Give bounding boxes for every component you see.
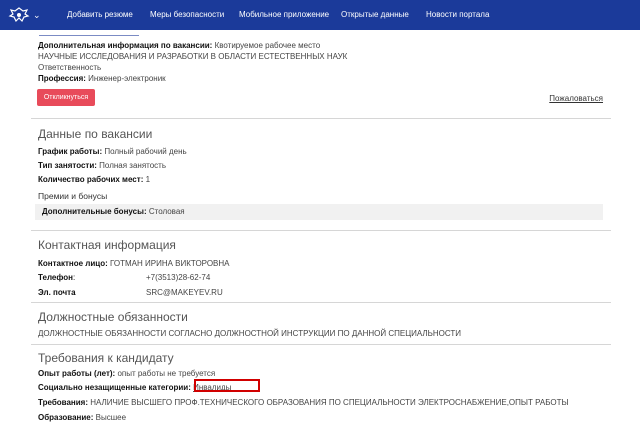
contact-person-label: Контактное лицо (38, 259, 106, 268)
institution-line: НАУЧНЫЕ ИССЛЕДОВАНИЯ И РАЗРАБОТКИ В ОБЛА… (38, 52, 348, 61)
duties-title: Должностные обязанности (38, 310, 188, 324)
education-label: Образование (38, 413, 91, 422)
divider (31, 302, 611, 303)
employment-row: Тип занятости: Полная занятость (38, 161, 167, 170)
schedule-row: График работы: Полный рабочий день (38, 147, 187, 156)
cut-off-link[interactable] (39, 30, 139, 36)
email-colon: : (73, 288, 76, 297)
nav-add-resume[interactable]: Добавить резюме (67, 0, 133, 30)
education-value: Высшее (95, 413, 127, 422)
requirements-label: Требования (38, 398, 86, 407)
experience-row: Опыт работы (лет): опыт работы не требуе… (38, 369, 216, 378)
phone-colon: : (73, 273, 76, 282)
bonuses-subtitle: Премии и бонусы (38, 191, 108, 201)
divider (31, 118, 611, 119)
bonus-box: Дополнительные бонусы: Столовая (35, 204, 603, 220)
complain-link[interactable]: Пожаловаться (549, 94, 603, 103)
requirements-row: Требования: НАЛИЧИЕ ВЫСШЕГО ПРОФ.ТЕХНИЧЕ… (38, 398, 569, 407)
vacancy-data-title: Данные по вакансии (38, 127, 153, 141)
profession-value: Инженер-электроник (88, 74, 166, 83)
duties-text: ДОЛЖНОСТНЫЕ ОБЯЗАННОСТИ СОГЛАСНО ДОЛЖНОС… (38, 329, 462, 338)
requirements-title: Требования к кандидату (38, 351, 174, 365)
nav-portal-news[interactable]: Новости портала (426, 0, 489, 30)
top-navigation-bar: ⌄ Добавить резюме Меры безопасности Моби… (0, 0, 640, 30)
requirements-value: НАЛИЧИЕ ВЫСШЕГО ПРОФ.ТЕХНИЧЕСКОГО ОБРАЗО… (90, 398, 569, 407)
responsibility-line: Ответственность (38, 63, 102, 72)
education-row: Образование: Высшее (38, 413, 127, 422)
contact-person-value: ГОТМАН ИРИНА ВИКТОРОВНА (110, 259, 230, 268)
employment-label: Тип занятости (38, 161, 95, 170)
email-label: Эл. почта (38, 288, 76, 297)
places-row: Количество рабочих мест: 1 (38, 175, 151, 184)
phone-label: Телефон (38, 273, 73, 282)
profession-row: Профессия: Инженер-электроник (38, 74, 166, 83)
email-value[interactable]: SRC@MAKEYEV.RU (146, 288, 223, 297)
places-value: 1 (145, 175, 151, 184)
coat-of-arms-icon[interactable] (6, 6, 32, 24)
contact-person-row: Контактное лицо: ГОТМАН ИРИНА ВИКТОРОВНА (38, 259, 230, 268)
divider (31, 344, 611, 345)
nav-open-data[interactable]: Открытые данные (341, 0, 409, 30)
extra-info-value: Квотируемое рабочее место (214, 41, 321, 50)
nav-mobile-app[interactable]: Мобильное приложение (239, 0, 329, 30)
chevron-down-icon[interactable]: ⌄ (33, 0, 41, 30)
extra-bonus-value: Столовая (148, 207, 185, 216)
vacancy-content: Дополнительная информация по вакансии: К… (31, 30, 611, 431)
respond-button[interactable]: Откликнуться (37, 89, 95, 106)
employment-value: Полная занятость (99, 161, 167, 170)
extra-bonus-row: Дополнительные бонусы: Столовая (42, 207, 185, 216)
divider (31, 230, 611, 231)
highlight-box (194, 379, 260, 392)
places-label: Количество рабочих мест (38, 175, 141, 184)
contact-title: Контактная информация (38, 238, 176, 252)
profession-label: Профессия (38, 74, 84, 83)
extra-info-row: Дополнительная информация по вакансии: К… (38, 41, 321, 50)
extra-bonus-label: Дополнительные бонусы (42, 207, 144, 216)
social-category-label: Социально незащищенные категории (38, 383, 189, 392)
extra-info-label: Дополнительная информация по вакансии (38, 41, 210, 50)
schedule-value: Полный рабочий день (104, 147, 187, 156)
experience-value: опыт работы не требуется (117, 369, 216, 378)
experience-label: Опыт работы (лет) (38, 369, 113, 378)
phone-value: +7(3513)28-62-74 (146, 273, 211, 282)
nav-safety-measures[interactable]: Меры безопасности (150, 0, 224, 30)
schedule-label: График работы (38, 147, 100, 156)
